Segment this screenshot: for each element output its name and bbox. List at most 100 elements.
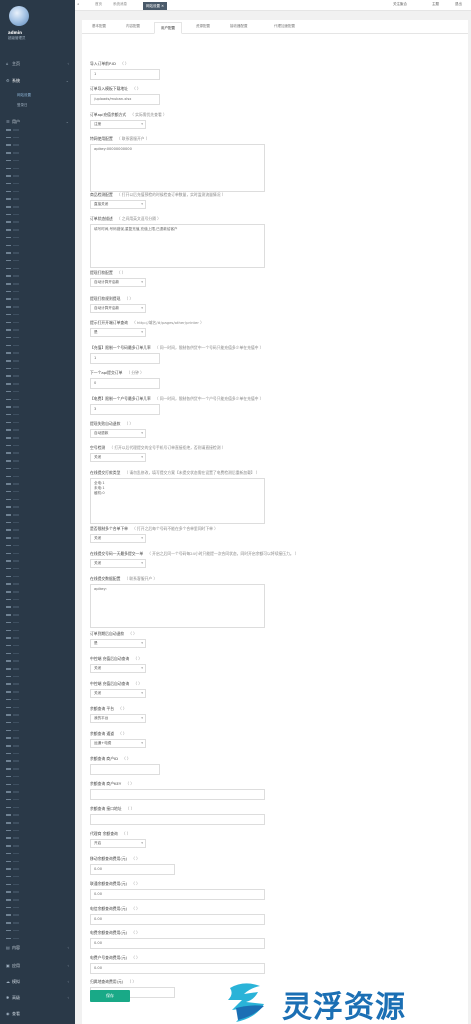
sidebar-user-item[interactable] — [6, 275, 19, 277]
select-dropdown[interactable]: 运通+电费 — [90, 739, 146, 748]
sidebar-user-item[interactable] — [6, 822, 19, 824]
sidebar-user-item[interactable] — [6, 475, 19, 477]
text-input[interactable] — [90, 814, 265, 825]
sidebar-user-item[interactable] — [6, 668, 19, 670]
textarea-field[interactable]: apikey:00000000000 — [90, 144, 265, 192]
textarea-field[interactable]: apikey: — [90, 584, 265, 628]
sidebar-user-item[interactable] — [6, 729, 19, 732]
sidebar-user-item[interactable] — [6, 775, 19, 778]
sidebar-user-item[interactable] — [6, 206, 19, 208]
sidebar-user-item[interactable] — [6, 313, 19, 316]
tab-basic[interactable]: 基本配置 — [92, 24, 106, 29]
sidebar-user-item[interactable] — [6, 875, 19, 878]
select-dropdown[interactable]: 自动计算开启款 — [90, 278, 146, 287]
text-input[interactable]: 0.00 — [90, 889, 265, 900]
sidebar-user-item[interactable] — [6, 344, 19, 347]
sidebar-user-item[interactable] — [6, 768, 19, 770]
sidebar-user-item[interactable] — [6, 444, 19, 447]
sidebar-user-item[interactable] — [6, 806, 19, 809]
sidebar-user-item[interactable] — [6, 837, 19, 839]
textarea-field[interactable]: 填写时间,号码错误,重复充值,充值上限,已退款给客户 — [90, 224, 265, 268]
sidebar-user-item[interactable] — [6, 845, 19, 847]
save-button[interactable]: 保存 — [90, 990, 130, 1002]
sidebar-user-item[interactable] — [6, 506, 19, 508]
sidebar-user-item[interactable] — [6, 814, 19, 816]
sidebar-user-item[interactable] — [6, 267, 19, 270]
tab-proxy[interactable]: 代理加速配置 — [274, 24, 295, 29]
nav-system[interactable]: ⚙ 系统 ⌄ — [0, 77, 75, 85]
sidebar-user-item[interactable] — [6, 198, 19, 200]
back-icon[interactable]: ◂ — [77, 2, 79, 6]
sidebar-user-item[interactable] — [6, 429, 19, 431]
sidebar-user-item[interactable] — [6, 383, 19, 385]
nav-home[interactable]: ⌂ 主页 ‹ — [0, 60, 75, 68]
tab-home[interactable]: 首页 — [95, 2, 102, 7]
sidebar-user-item[interactable] — [6, 829, 19, 832]
sidebar-user-item[interactable] — [6, 421, 19, 424]
sidebar-user-item[interactable] — [6, 236, 19, 239]
sidebar-user-item[interactable] — [6, 144, 19, 146]
sidebar-user-item[interactable] — [6, 721, 19, 724]
sidebar-user-item[interactable] — [6, 621, 19, 624]
sidebar-user-item[interactable] — [6, 375, 19, 377]
tab-user[interactable]: 用户配置 — [154, 22, 182, 34]
select-dropdown[interactable]: 关闭 — [90, 534, 146, 543]
sidebar-user-item[interactable] — [6, 698, 19, 701]
logout-link[interactable]: 退出 — [455, 2, 462, 7]
sidebar-user-item[interactable] — [6, 798, 19, 801]
sidebar-user-item[interactable] — [6, 868, 19, 870]
sidebar-user-item[interactable] — [6, 537, 19, 539]
sidebar-user-item[interactable] — [6, 760, 19, 762]
text-input[interactable]: 0 — [90, 378, 160, 389]
sidebar-user-item[interactable] — [6, 437, 19, 439]
sidebar-user-item[interactable] — [6, 929, 19, 932]
sidebar-user-item[interactable] — [6, 544, 19, 547]
sidebar-user-item[interactable] — [6, 691, 19, 693]
nav-view[interactable]: ◉ 查看 — [0, 1010, 75, 1018]
text-input[interactable] — [90, 789, 265, 800]
select-dropdown[interactable]: 开启 — [90, 839, 146, 848]
sidebar-user-item[interactable] — [6, 567, 19, 570]
text-input[interactable]: 0.00 — [90, 938, 265, 949]
sidebar-user-item[interactable] — [6, 283, 19, 285]
sidebar-user-item[interactable] — [6, 229, 19, 231]
sidebar-user-item[interactable] — [6, 460, 19, 462]
nav-advanced[interactable]: ✱ 高级 ‹ — [0, 994, 75, 1002]
tab-resource[interactable]: 资源配置 — [196, 24, 210, 29]
sidebar-user-item[interactable] — [6, 367, 19, 370]
sidebar-user-item[interactable] — [6, 244, 19, 246]
text-input[interactable] — [90, 764, 160, 775]
sidebar-user-item[interactable] — [6, 498, 19, 501]
text-input[interactable]: 1 — [90, 353, 160, 364]
select-dropdown[interactable]: 关闭 — [90, 453, 146, 462]
sidebar-user-item[interactable] — [6, 660, 19, 662]
sidebar-user-item[interactable] — [6, 413, 19, 416]
sidebar-user-item[interactable] — [6, 136, 19, 139]
sidebar-user-item[interactable] — [6, 221, 19, 223]
sidebar-user-item[interactable] — [6, 298, 19, 300]
sidebar-user-item[interactable] — [6, 644, 19, 647]
tab-messages[interactable]: 系统消息 — [113, 2, 127, 7]
select-dropdown[interactable]: 自动退款 — [90, 429, 146, 438]
nav-login-log[interactable]: 登录日 — [17, 103, 28, 108]
sidebar-user-item[interactable] — [6, 591, 19, 593]
tab-site-settings[interactable]: 网站设置 ✕ — [143, 1, 168, 10]
theme-link[interactable]: 主题 — [432, 2, 439, 7]
sidebar-user-item[interactable] — [6, 129, 19, 131]
nav-app[interactable]: ▣ 应用 ‹ — [0, 962, 75, 970]
sidebar-user-item[interactable] — [6, 883, 19, 886]
sidebar-user-item[interactable] — [6, 783, 19, 785]
sidebar-user-item[interactable] — [6, 452, 19, 454]
select-dropdown[interactable]: 是 — [90, 639, 146, 648]
sidebar-user-item[interactable] — [6, 714, 19, 716]
sidebar-user-item[interactable] — [6, 652, 19, 655]
sidebar-user-item[interactable] — [6, 167, 19, 169]
sidebar-user-item[interactable] — [6, 683, 19, 685]
sidebar-user-item[interactable] — [6, 575, 19, 578]
select-dropdown[interactable]: 自动计算开启款 — [90, 304, 146, 313]
sidebar-user-item[interactable] — [6, 629, 19, 631]
sidebar-user-item[interactable] — [6, 675, 19, 678]
select-dropdown[interactable]: 注册 — [90, 120, 146, 129]
textarea-field[interactable]: 全电:1 未电:1 缓机:0 — [90, 478, 265, 524]
sidebar-user-item[interactable] — [6, 937, 19, 939]
